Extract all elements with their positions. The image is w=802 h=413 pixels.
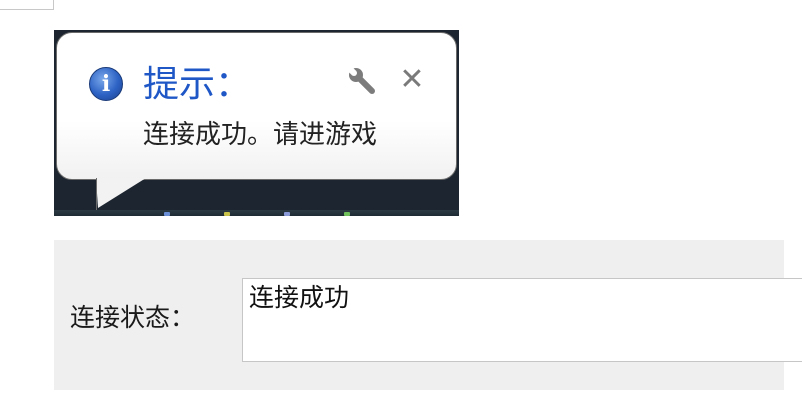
balloon-tail-edge <box>96 178 97 210</box>
close-icon[interactable]: ✕ <box>397 65 427 95</box>
balloon-tail <box>96 178 146 208</box>
info-icon: i <box>89 67 123 101</box>
tooltip-title: 提示： <box>143 64 252 105</box>
tooltip-message: 连接成功。请进游戏 <box>143 120 378 150</box>
window-edge-line-vertical <box>53 0 54 10</box>
page: i 提示： ✕ 连接成功。请进游戏 连接状态： 连接成功 <box>0 0 802 413</box>
notification-balloon: i 提示： ✕ 连接成功。请进游戏 <box>56 32 457 180</box>
taskbar-icons <box>154 212 394 216</box>
wrench-icon[interactable] <box>347 67 377 95</box>
info-icon-glyph: i <box>101 71 111 97</box>
tooltip-screenshot: i 提示： ✕ 连接成功。请进游戏 <box>54 30 459 216</box>
window-edge-line <box>0 9 54 10</box>
status-panel: 连接状态： 连接成功 <box>54 240 802 390</box>
close-icon-glyph: ✕ <box>399 62 425 97</box>
connection-status-label: 连接状态： <box>70 303 196 332</box>
connection-status-field[interactable]: 连接成功 <box>242 278 802 362</box>
